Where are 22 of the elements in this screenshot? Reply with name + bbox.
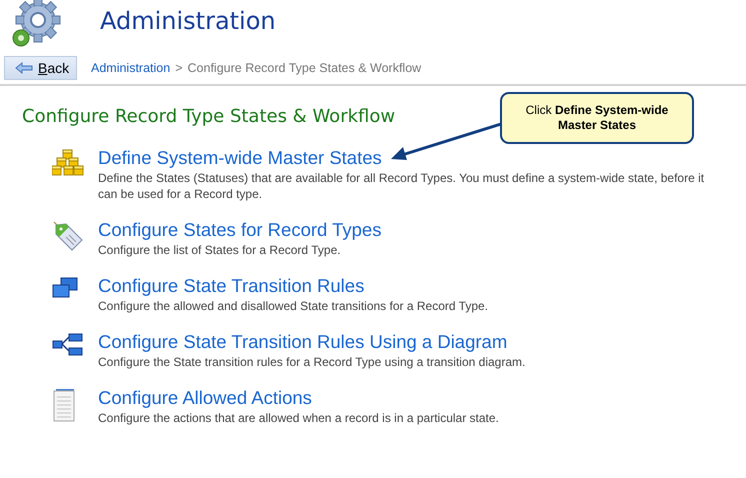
back-button[interactable]: Back (4, 56, 77, 80)
breadcrumb-text: > (175, 61, 183, 75)
cubes-icon (52, 149, 84, 177)
menu-link[interactable]: Configure States for Record Types (98, 219, 382, 241)
breadcrumb-link[interactable]: Administration (91, 61, 170, 75)
windows-icon (52, 277, 78, 299)
menu-link[interactable]: Configure Allowed Actions (98, 387, 312, 409)
left-arrow-icon (15, 62, 33, 74)
breadcrumb-text: Configure Record Type States & Workflow (188, 61, 422, 75)
page-title: Administration (100, 6, 276, 35)
section-heading: Configure Record Type States & Workflow (22, 106, 396, 127)
diagram-icon (52, 333, 84, 357)
item-description: Define the States (Statuses) that are available for all Record Types. You must define a system-wide state, before it can be used for a Record type. (98, 170, 706, 202)
item-description: Configure the list of States for a Record Type. (98, 242, 342, 258)
menu-link[interactable]: Configure State Transition Rules (98, 275, 364, 297)
item-description: Configure the State transition rules for a Record Type using a transition diagram. (98, 354, 526, 370)
item-description: Configure the allowed and disallowed State transitions for a Record Type. (98, 298, 490, 314)
menu-link[interactable]: Define System-wide Master States (98, 147, 382, 169)
tag-icon (52, 221, 84, 253)
menu-link[interactable]: Configure State Transition Rules Using a Diagram (98, 331, 508, 353)
callout-note: Click Define System-wide Master States (500, 92, 694, 144)
item-description: Configure the actions that are allowed when a record is in a particular state. (98, 410, 500, 426)
